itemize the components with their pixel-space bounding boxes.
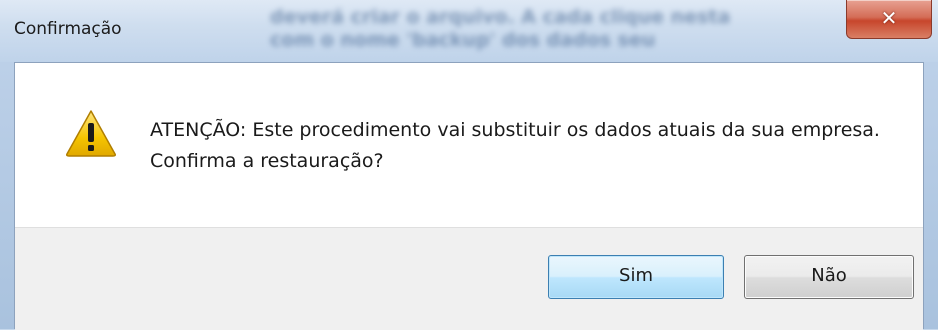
warning-triangle-icon: [66, 110, 116, 157]
background-blurred-text: deverá criar o arquivo. A cada clique ne…: [270, 6, 731, 51]
confirmation-dialog-window: deverá criar o arquivo. A cada clique ne…: [0, 0, 938, 330]
window-title: Confirmação: [14, 19, 122, 39]
dialog-client-area: ATENÇÃO: Este procedimento vai substitui…: [14, 62, 924, 330]
no-button[interactable]: Não: [744, 255, 914, 299]
close-icon: ✕: [880, 6, 898, 30]
window-frame-left: [0, 62, 14, 329]
confirmation-message: ATENÇÃO: Este procedimento vai substitui…: [150, 119, 880, 172]
window-frame-right: [924, 62, 938, 329]
title-bar[interactable]: deverá criar o arquivo. A cada clique ne…: [0, 0, 938, 62]
yes-button[interactable]: Sim: [548, 255, 724, 299]
message-area: ATENÇÃO: Este procedimento vai substitui…: [15, 63, 923, 227]
close-button[interactable]: ✕: [846, 0, 932, 39]
button-bar: Sim Não: [15, 227, 923, 330]
